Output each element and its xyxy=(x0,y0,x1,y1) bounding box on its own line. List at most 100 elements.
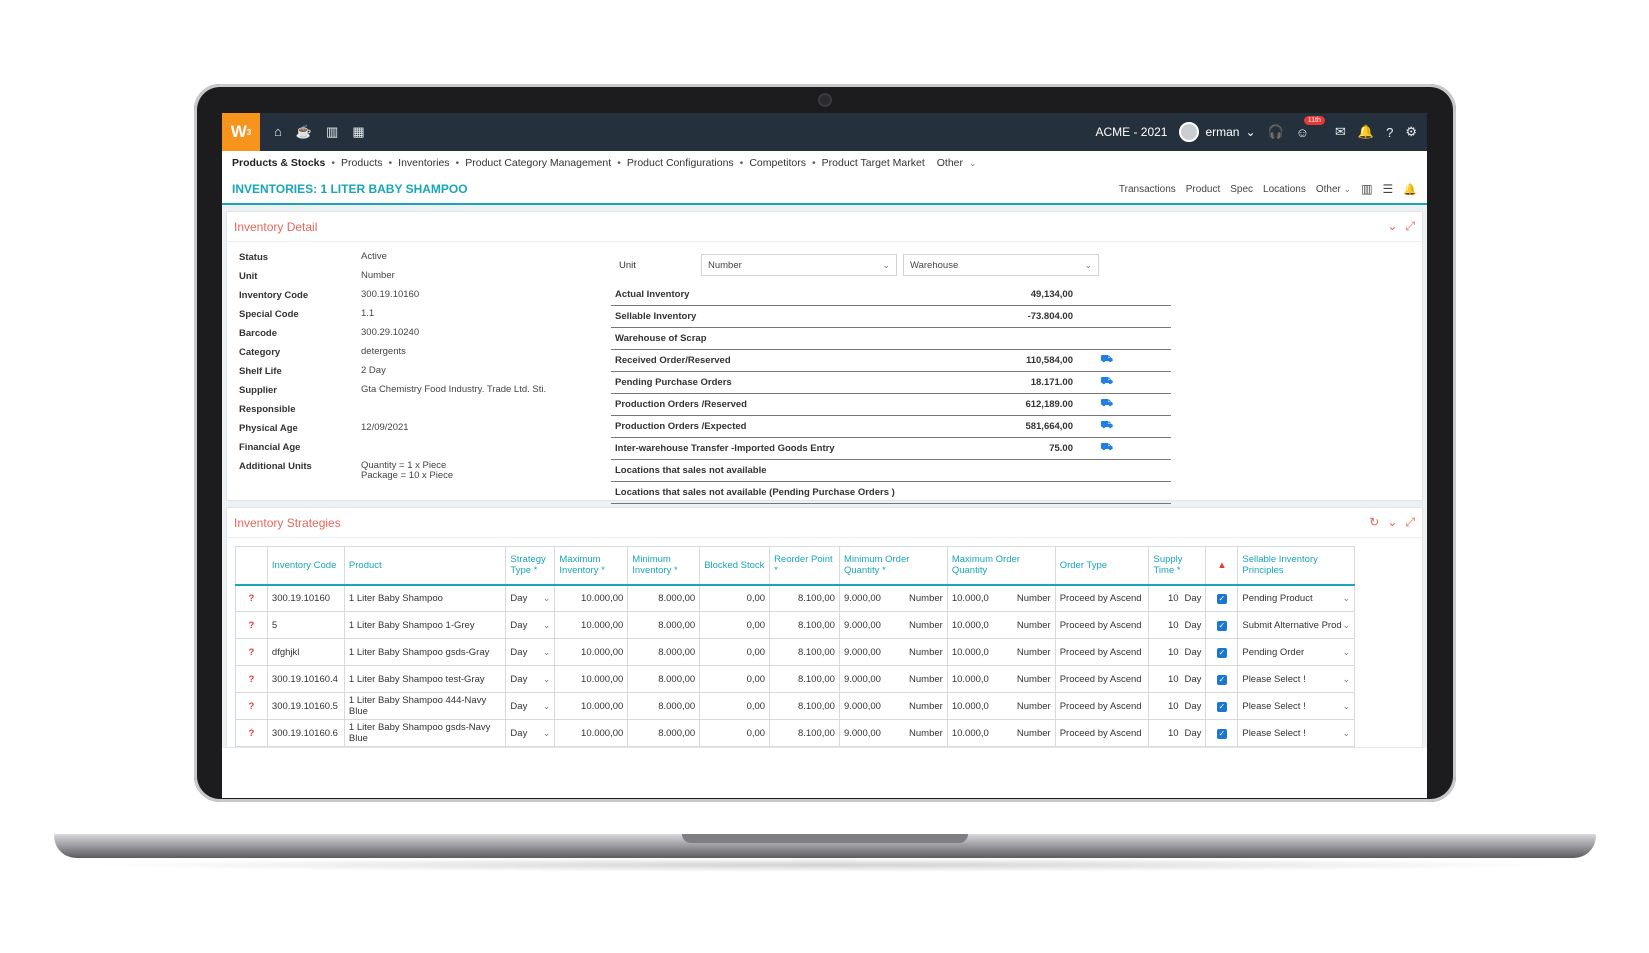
company-selector[interactable]: ACME - 2021 xyxy=(1095,125,1167,139)
cell-reorder-point[interactable]: 8.100,00 xyxy=(769,611,840,639)
checkbox[interactable]: ✓ xyxy=(1216,701,1227,712)
cell-max-order-qty[interactable]: 10.000,0 Number xyxy=(946,638,1056,666)
app-logo[interactable]: W3 xyxy=(222,113,260,151)
help-icon[interactable]: ? xyxy=(1386,125,1393,140)
checkbox[interactable]: ✓ xyxy=(1216,674,1227,685)
help-icon[interactable]: ? xyxy=(235,584,268,612)
strategy-type-select[interactable]: Day ⌄ xyxy=(505,584,556,612)
cell-order-type[interactable]: Proceed by Ascend xyxy=(1054,611,1150,639)
column-header[interactable]: Blocked Stock xyxy=(699,546,771,585)
cell-min-order-qty[interactable]: 9.000,00 Number xyxy=(838,584,948,612)
collapse-icon[interactable]: ⌄ xyxy=(1387,219,1397,234)
cell-min-order-qty[interactable]: 9.000,00 Number xyxy=(838,719,948,747)
checkbox[interactable]: ✓ xyxy=(1216,647,1227,658)
smile-icon[interactable]: ☺ 11th xyxy=(1296,115,1325,140)
cell-supply-time[interactable]: 10 Day xyxy=(1148,665,1207,693)
unit-select[interactable]: Number ⌄ xyxy=(701,254,897,276)
bell-icon[interactable]: 🔔 xyxy=(1403,183,1417,196)
principle-select[interactable]: Submit Alternative Produ ⌄ xyxy=(1237,611,1355,639)
principle-select[interactable]: Pending Order ⌄ xyxy=(1237,638,1355,666)
user-menu[interactable]: erman ⌄ xyxy=(1179,122,1256,142)
cell-min-inventory[interactable]: 8.000,00 xyxy=(627,638,701,666)
expand-icon[interactable]: ⤢ xyxy=(1405,515,1415,530)
cell-max-order-qty[interactable]: 10.000,0 Number xyxy=(946,719,1056,747)
cell-min-inventory[interactable]: 8.000,00 xyxy=(627,584,701,612)
action-product[interactable]: Product xyxy=(1186,184,1220,195)
help-icon[interactable]: ? xyxy=(235,638,268,666)
principle-select[interactable]: Please Select ! ⌄ xyxy=(1237,665,1355,693)
truck-icon[interactable]: ⛟ xyxy=(1073,398,1113,411)
column-header[interactable]: Strategy Type * xyxy=(505,546,556,585)
list-icon[interactable]: ☰ xyxy=(1383,182,1394,196)
truck-icon[interactable]: ⛟ xyxy=(1073,442,1113,455)
cell-max-inventory[interactable]: 10.000,00 xyxy=(554,692,629,720)
action-locations[interactable]: Locations xyxy=(1263,184,1306,195)
cell-reorder-point[interactable]: 8.100,00 xyxy=(769,719,840,747)
checkbox[interactable]: ✓ xyxy=(1216,593,1227,604)
cell-order-type[interactable]: Proceed by Ascend xyxy=(1054,665,1150,693)
chart-icon[interactable]: ▥ xyxy=(326,124,338,140)
cell-min-order-qty[interactable]: 9.000,00 Number xyxy=(838,638,948,666)
cell-max-order-qty[interactable]: 10.000,0 Number xyxy=(946,692,1056,720)
chat-icon[interactable]: ✉ xyxy=(1335,124,1346,140)
cell-max-inventory[interactable]: 10.000,00 xyxy=(554,611,629,639)
column-header[interactable]: Minimum Inventory * xyxy=(627,546,701,585)
principle-select[interactable]: Please Select ! ⌄ xyxy=(1237,692,1355,720)
truck-icon[interactable]: ⛟ xyxy=(1073,420,1113,433)
cell-max-inventory[interactable]: 10.000,00 xyxy=(554,584,629,612)
cell-reorder-point[interactable]: 8.100,00 xyxy=(769,665,840,693)
breadcrumb-item-other[interactable]: Other xyxy=(937,157,963,169)
breadcrumb-item-category-management[interactable]: Product Category Management xyxy=(465,157,611,169)
breadcrumb-item-configurations[interactable]: Product Configurations xyxy=(627,157,734,169)
breadcrumb-item-products-stocks[interactable]: Products & Stocks xyxy=(232,157,325,169)
checkbox[interactable]: ✓ xyxy=(1216,620,1227,631)
column-header[interactable]: Inventory Code xyxy=(266,546,345,585)
breadcrumb-item-products[interactable]: Products xyxy=(341,157,382,169)
cell-supply-time[interactable]: 10 Day xyxy=(1148,611,1207,639)
cell-min-order-qty[interactable]: 9.000,00 Number xyxy=(838,692,948,720)
breadcrumb-item-target-market[interactable]: Product Target Market xyxy=(822,157,925,169)
cell-max-order-qty[interactable]: 10.000,0 Number xyxy=(946,611,1056,639)
help-icon[interactable]: ? xyxy=(235,692,268,720)
cell-blocked-stock[interactable]: 0,00 xyxy=(699,719,771,747)
cell-max-order-qty[interactable]: 10.000,0 Number xyxy=(946,665,1056,693)
help-icon[interactable]: ? xyxy=(235,665,268,693)
cell-supply-time[interactable]: 10 Day xyxy=(1148,638,1207,666)
cell-reorder-point[interactable]: 8.100,00 xyxy=(769,584,840,612)
calendar-icon[interactable]: ▦ xyxy=(352,124,364,140)
breadcrumb-item-competitors[interactable]: Competitors xyxy=(749,157,806,169)
cell-supply-time[interactable]: 10 Day xyxy=(1148,719,1207,747)
expand-icon[interactable]: ⤢ xyxy=(1405,219,1415,234)
cell-min-order-qty[interactable]: 9.000,00 Number xyxy=(838,611,948,639)
cell-blocked-stock[interactable]: 0,00 xyxy=(699,692,771,720)
breadcrumb-item-inventories[interactable]: Inventories xyxy=(398,157,449,169)
checkbox[interactable]: ✓ xyxy=(1216,728,1227,739)
column-header[interactable]: Maximum Order Quantity xyxy=(946,546,1056,585)
strategy-type-select[interactable]: Day ⌄ xyxy=(505,665,556,693)
column-header[interactable]: Minimum Order Quantity * xyxy=(838,546,948,585)
column-header[interactable]: Order Type xyxy=(1054,546,1150,585)
column-header[interactable]: Supply Time * xyxy=(1148,546,1207,585)
column-header[interactable]: Maximum Inventory * xyxy=(554,546,629,585)
strategy-type-select[interactable]: Day ⌄ xyxy=(505,638,556,666)
help-icon[interactable]: ? xyxy=(235,719,268,747)
cell-min-inventory[interactable]: 8.000,00 xyxy=(627,611,701,639)
cell-supply-time[interactable]: 10 Day xyxy=(1148,692,1207,720)
cell-max-order-qty[interactable]: 10.000,0 Number xyxy=(946,584,1056,612)
gear-icon[interactable]: ⚙ xyxy=(1405,124,1417,140)
column-header[interactable]: Product xyxy=(343,546,507,585)
cell-max-inventory[interactable]: 10.000,00 xyxy=(554,665,629,693)
cell-max-inventory[interactable]: 10.000,00 xyxy=(554,719,629,747)
action-transactions[interactable]: Transactions xyxy=(1119,184,1176,195)
strategy-type-select[interactable]: Day ⌄ xyxy=(505,692,556,720)
help-icon[interactable]: ? xyxy=(235,611,268,639)
strategy-type-select[interactable]: Day ⌄ xyxy=(505,719,556,747)
cell-blocked-stock[interactable]: 0,00 xyxy=(699,584,771,612)
cell-order-type[interactable]: Proceed by Ascend xyxy=(1054,719,1150,747)
principle-select[interactable]: Pending Product ⌄ xyxy=(1237,584,1355,612)
bell-icon[interactable]: 🔔 xyxy=(1358,124,1374,140)
cell-max-inventory[interactable]: 10.000,00 xyxy=(554,638,629,666)
headset-icon[interactable]: 🎧 xyxy=(1268,124,1284,140)
cell-order-type[interactable]: Proceed by Ascend xyxy=(1054,692,1150,720)
cell-min-order-qty[interactable]: 9.000,00 Number xyxy=(838,665,948,693)
